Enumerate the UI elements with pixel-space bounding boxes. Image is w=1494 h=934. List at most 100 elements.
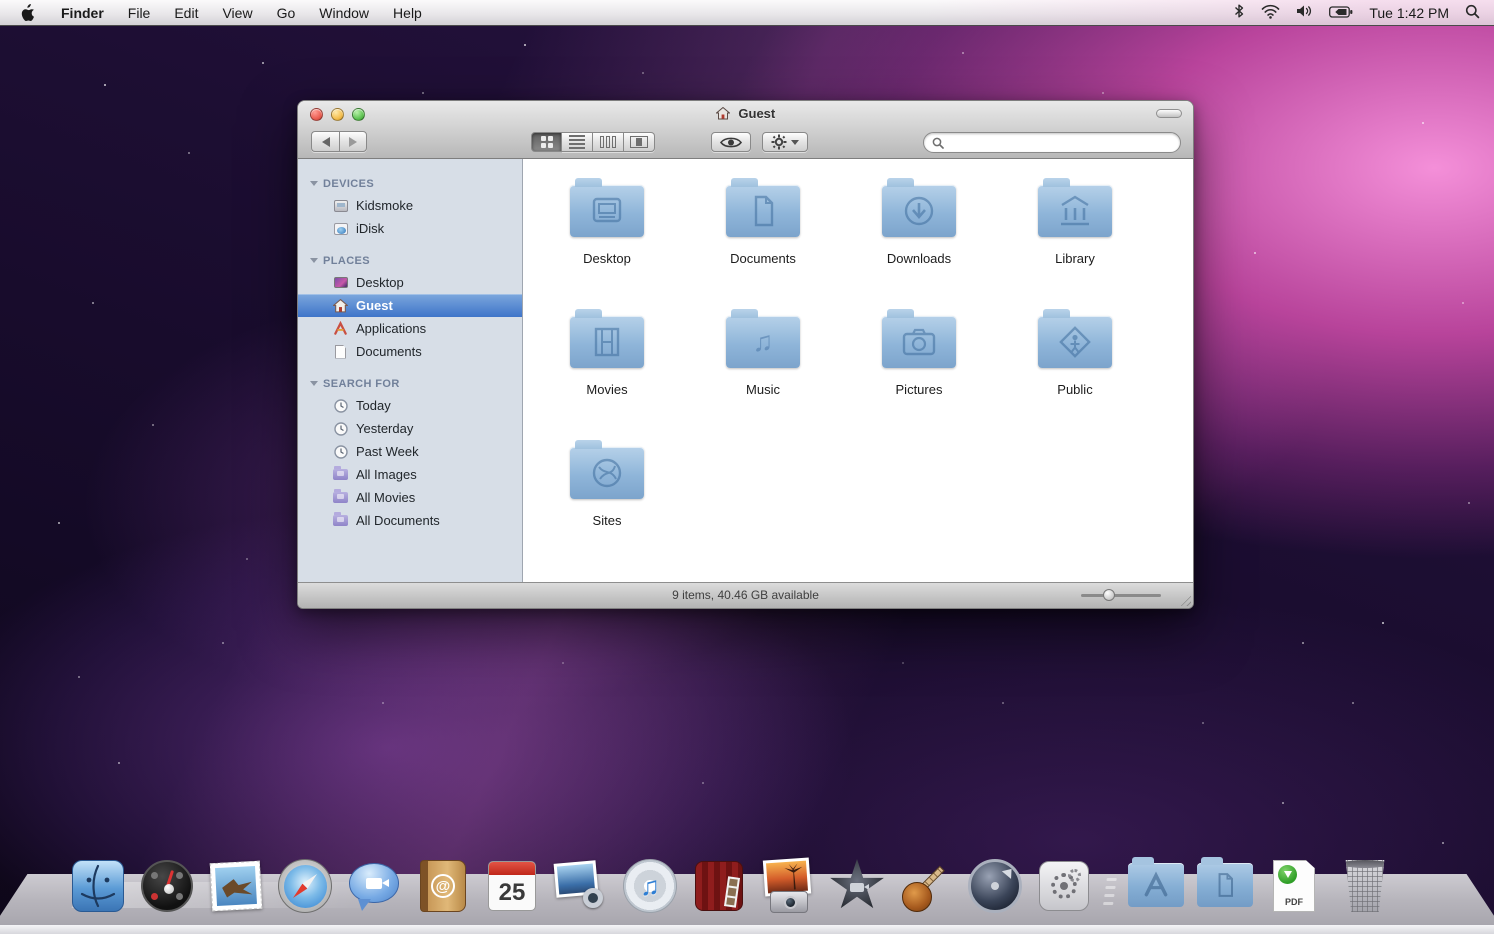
dock-finder-icon[interactable] [70,858,126,914]
quick-look-button[interactable] [711,132,751,152]
shelf-front-edge [0,925,1494,934]
folder-item-documents[interactable]: Documents [685,173,841,304]
sidebar-section-places: PLACES [298,250,522,271]
chevron-down-icon [791,140,799,145]
dock-preview-icon[interactable] [553,858,609,914]
slider-knob[interactable] [1103,589,1115,601]
sidebar-item-today[interactable]: Today [298,394,522,417]
sidebar-section-devices: DEVICES [298,173,522,194]
desktop-icon [332,274,349,291]
sidebar-item-guest[interactable]: Guest [298,294,522,317]
sidebar-item-past-week[interactable]: Past Week [298,440,522,463]
idisk-icon [332,220,349,237]
folder-item-sites[interactable]: Sites [529,435,685,566]
dock-applications-folder-icon[interactable] [1128,858,1184,914]
window-title: Guest [298,106,1193,121]
menu-help[interactable]: Help [381,0,434,26]
folder-item-library[interactable]: Library [997,173,1153,304]
dock-trash-icon[interactable] [1335,858,1395,914]
menu-file[interactable]: File [116,0,163,26]
dock-iphoto-icon[interactable] [760,858,816,914]
dock-time-machine-icon[interactable] [967,858,1023,914]
dock-itunes-icon[interactable]: ♫ [622,858,678,914]
public-glyph-icon [1057,324,1093,360]
library-glyph-icon [1057,194,1093,228]
menu-finder[interactable]: Finder [49,0,116,26]
sidebar-section-search-for: SEARCH FOR [298,373,522,394]
column-view-button[interactable] [593,132,624,152]
folder-item-music[interactable]: ♫ Music [685,304,841,435]
forward-button[interactable] [339,131,367,152]
dock-ical-icon[interactable]: 25 [484,858,540,914]
dock-pdf-document-icon[interactable]: PDF [1266,858,1322,914]
icon-view-button[interactable] [531,132,562,152]
dock-imovie-icon[interactable] [829,858,885,914]
volume-icon[interactable] [1296,4,1313,21]
dock-system-preferences-icon[interactable] [1036,858,1092,914]
clock-icon [332,420,349,437]
dock-ichat-icon[interactable] [346,858,402,914]
dock-safari-icon[interactable] [277,858,333,914]
coverflow-view-button[interactable] [624,132,655,152]
downloads-glyph-icon [901,194,937,228]
apple-menu-icon[interactable] [20,4,35,21]
finder-sidebar: DEVICES Kidsmoke iDisk PLACES Deskt [298,159,523,582]
menu-go[interactable]: Go [265,0,308,26]
applications-icon [332,320,349,337]
sidebar-item-all-documents[interactable]: All Documents [298,509,522,532]
dock-garageband-icon[interactable] [898,858,954,914]
dock-separator [1102,868,1118,914]
forward-arrow-icon [349,137,357,147]
sidebar-item-all-movies[interactable]: All Movies [298,486,522,509]
list-view-button[interactable] [562,132,593,152]
menu-edit[interactable]: Edit [162,0,210,26]
status-text: 9 items, 40.46 GB available [298,588,1193,602]
battery-icon[interactable] [1329,5,1353,21]
dock-address-book-icon[interactable]: @ [415,858,471,914]
column-view-icon [600,136,616,148]
spotlight-icon[interactable] [1465,4,1480,22]
clock-icon [332,443,349,460]
disclosure-triangle-icon[interactable] [310,258,318,263]
camera-glyph-icon [900,326,938,358]
folder-item-downloads[interactable]: Downloads [841,173,997,304]
action-menu-button[interactable] [762,132,808,152]
disclosure-triangle-icon[interactable] [310,181,318,186]
toolbar-toggle-pill[interactable] [1156,109,1182,118]
menu-window[interactable]: Window [307,0,381,26]
dock-dashboard-icon[interactable] [139,858,195,914]
icon-size-slider[interactable] [1081,594,1161,597]
sidebar-item-idisk[interactable]: iDisk [298,217,522,240]
search-input[interactable] [949,136,1172,150]
window-chrome[interactable]: Guest [298,101,1193,159]
sidebar-item-yesterday[interactable]: Yesterday [298,417,522,440]
sidebar-item-documents[interactable]: Documents [298,340,522,363]
eye-icon [720,136,742,149]
dock-photo-booth-icon[interactable] [691,858,747,914]
folder-item-desktop[interactable]: Desktop [529,173,685,304]
dock-mail-icon[interactable] [208,858,264,914]
sidebar-item-desktop[interactable]: Desktop [298,271,522,294]
disclosure-triangle-icon[interactable] [310,381,318,386]
smart-folder-icon [332,489,349,506]
sidebar-item-applications[interactable]: Applications [298,317,522,340]
folder-item-movies[interactable]: Movies [529,304,685,435]
bluetooth-icon[interactable] [1233,3,1245,22]
smart-folder-icon [332,466,349,483]
menu-view[interactable]: View [210,0,264,26]
movies-glyph-icon [589,325,625,359]
search-field[interactable] [923,132,1181,153]
icon-view-icon [541,136,553,148]
sidebar-item-all-images[interactable]: All Images [298,463,522,486]
dock-documents-folder-icon[interactable] [1197,858,1253,914]
folder-item-pictures[interactable]: Pictures [841,304,997,435]
document-icon [332,343,349,360]
download-badge-icon [1278,865,1297,884]
wifi-icon[interactable] [1261,4,1280,22]
menu-bar-clock[interactable]: Tue 1:42 PM [1369,5,1449,21]
back-button[interactable] [311,131,339,152]
folder-item-public[interactable]: Public [997,304,1153,435]
sidebar-item-kidsmoke[interactable]: Kidsmoke [298,194,522,217]
desktop-wallpaper: Finder File Edit View Go Window Help Tue… [0,0,1494,934]
music-glyph-icon: ♫ [753,328,774,356]
